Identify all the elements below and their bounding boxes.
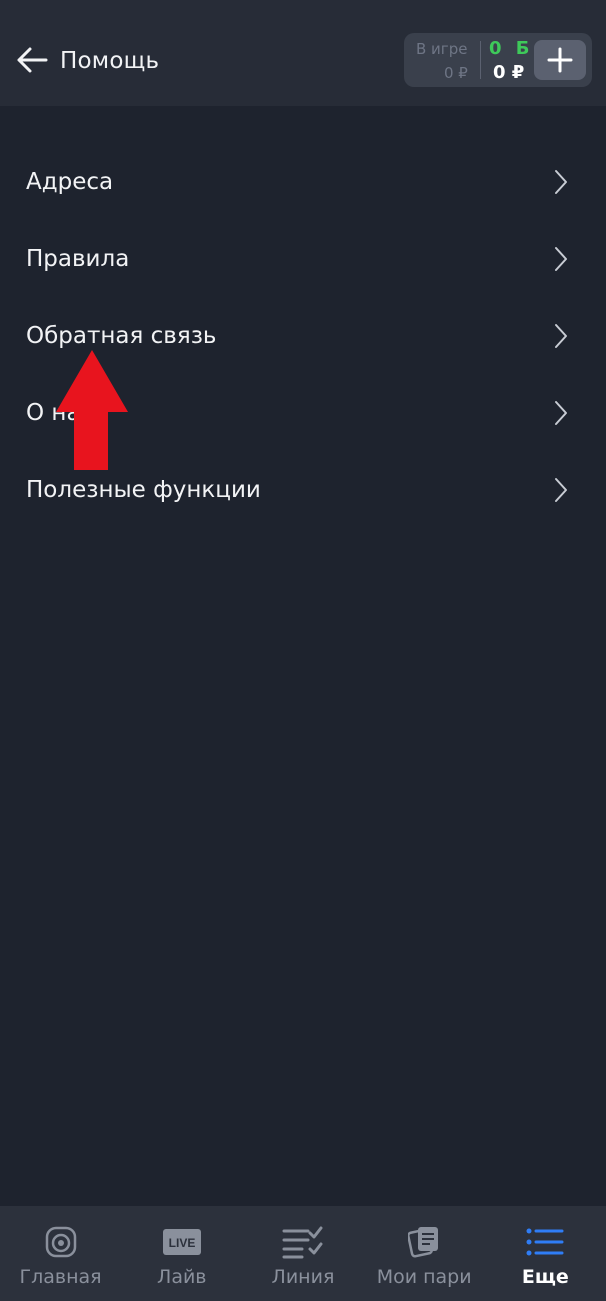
top-bar: Помощь В игре 0 ₽ 0 Б 0 ₽ bbox=[0, 0, 606, 106]
help-menu-list: Адреса Правила Обратная связь О нас Поле… bbox=[0, 143, 606, 528]
nav-item-more[interactable]: Еще bbox=[485, 1206, 606, 1301]
menu-item-addresses[interactable]: Адреса bbox=[0, 143, 606, 220]
in-game-label: В игре bbox=[416, 40, 468, 58]
line-list-icon bbox=[282, 1224, 324, 1260]
home-ball-icon bbox=[45, 1224, 77, 1260]
menu-item-label: Обратная связь bbox=[26, 322, 217, 349]
nav-item-line[interactable]: Линия bbox=[242, 1206, 363, 1301]
live-badge-text: LIVE bbox=[168, 1236, 195, 1250]
menu-item-label: Правила bbox=[26, 245, 130, 272]
bottom-navigation: Главная LIVE Лайв Линия Мои пари Еще bbox=[0, 1206, 606, 1301]
chevron-right-icon bbox=[552, 244, 570, 274]
nav-item-home[interactable]: Главная bbox=[0, 1206, 121, 1301]
chevron-right-icon bbox=[552, 475, 570, 505]
nav-item-live[interactable]: LIVE Лайв bbox=[121, 1206, 242, 1301]
chevron-right-icon bbox=[552, 398, 570, 428]
balance-widget[interactable]: В игре 0 ₽ 0 Б 0 ₽ bbox=[404, 33, 592, 87]
nav-label: Линия bbox=[271, 1266, 335, 1288]
in-game-value: 0 ₽ bbox=[444, 64, 468, 82]
menu-item-label: Адреса bbox=[26, 168, 114, 195]
balance-divider bbox=[480, 41, 481, 79]
nav-label: Лайв bbox=[157, 1266, 207, 1288]
live-icon: LIVE bbox=[162, 1224, 202, 1260]
page-title: Помощь bbox=[60, 48, 160, 74]
arrow-left-icon bbox=[17, 47, 48, 73]
nav-label: Еще bbox=[521, 1266, 569, 1288]
back-button[interactable] bbox=[14, 42, 50, 78]
nav-label: Мои пари bbox=[376, 1266, 472, 1288]
annotation-arrow-up-icon bbox=[56, 350, 128, 470]
plus-icon bbox=[547, 47, 573, 73]
more-menu-icon bbox=[526, 1224, 564, 1260]
menu-item-rules[interactable]: Правила bbox=[0, 220, 606, 297]
nav-item-my-bets[interactable]: Мои пари bbox=[364, 1206, 485, 1301]
bonus-balance: 0 Б bbox=[489, 38, 534, 59]
menu-item-label: Полезные функции bbox=[26, 476, 261, 503]
chevron-right-icon bbox=[552, 167, 570, 197]
money-balance: 0 ₽ bbox=[493, 62, 525, 83]
add-funds-button[interactable] bbox=[534, 40, 586, 80]
chevron-right-icon bbox=[552, 321, 570, 351]
nav-label: Главная bbox=[19, 1266, 102, 1288]
bets-icon bbox=[408, 1224, 440, 1260]
